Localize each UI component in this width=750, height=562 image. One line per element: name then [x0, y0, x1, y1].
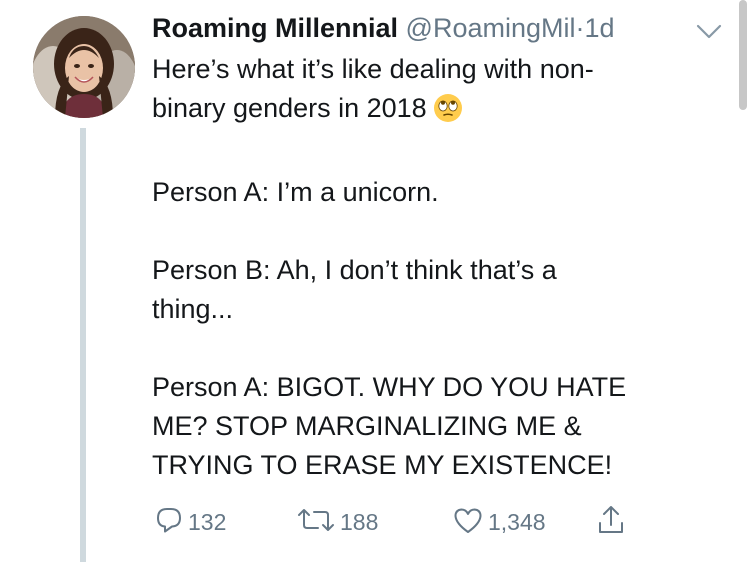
thread-line	[80, 128, 86, 562]
reply-button[interactable]: 132	[154, 504, 226, 540]
retweet-button[interactable]: 188	[296, 504, 378, 540]
tweet-text-line: binary genders in 2018	[152, 93, 427, 123]
tweet-text-line: Person A: I’m a unicorn.	[152, 177, 439, 207]
author-handle[interactable]: @RoamingMil	[406, 13, 576, 43]
tweet-text-line: TRYING TO ERASE MY EXISTENCE!	[152, 450, 613, 480]
retweet-icon	[296, 505, 336, 540]
tweet-text-line: Person A: BIGOT. WHY DO YOU HATE	[152, 372, 627, 402]
like-count: 1,348	[488, 508, 546, 535]
avatar-image	[33, 16, 135, 118]
tweet-text-line: Person B: Ah, I don’t think that’s a	[152, 255, 557, 285]
retweet-count: 188	[340, 508, 379, 535]
tweet-text: Here’s what it’s like dealing with non- …	[152, 50, 732, 485]
share-button[interactable]	[596, 504, 626, 540]
like-icon	[452, 505, 484, 540]
tweet-text-line: ME? STOP MARGINALIZING ME &	[152, 411, 582, 441]
tweet-header: Roaming Millennial @RoamingMil·1d	[152, 10, 615, 46]
tweet-text-line-with-emoji: binary genders in 2018	[152, 89, 732, 134]
scrollbar[interactable]	[739, 0, 747, 110]
tweet-actions: 132 188 1,348	[154, 504, 714, 540]
tweet-text-line: thing...	[152, 294, 234, 324]
avatar[interactable]	[33, 16, 135, 118]
caret-down-icon[interactable]	[694, 20, 724, 44]
tweet: Roaming Millennial @RoamingMil·1d Here’s…	[0, 0, 750, 562]
tweet-text-line: Here’s what it’s like dealing with non-	[152, 54, 594, 84]
share-icon	[596, 503, 626, 542]
separator-dot: ·	[575, 13, 585, 43]
reply-icon	[154, 505, 184, 540]
like-button[interactable]: 1,348	[452, 504, 546, 540]
face-with-rolling-eyes-icon	[433, 93, 463, 134]
timestamp[interactable]: 1d	[585, 13, 615, 43]
reply-count: 132	[188, 508, 227, 535]
author-name[interactable]: Roaming Millennial	[152, 13, 398, 43]
